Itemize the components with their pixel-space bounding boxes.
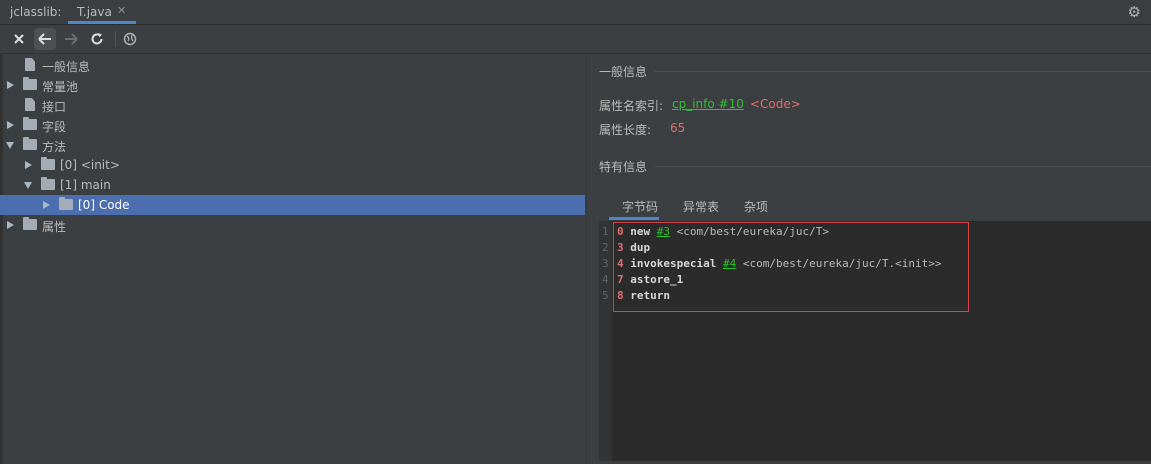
expand-arrow-icon[interactable] — [7, 221, 14, 229]
tree-node-label: 一般信息 — [42, 60, 91, 74]
bytecode-tabs: 字节码 异常表 杂项 — [599, 192, 1151, 220]
general-info-title: 一般信息 — [599, 65, 648, 79]
specific-info-title: 特有信息 — [599, 160, 648, 174]
web-icon[interactable] — [119, 28, 141, 50]
line-number: 5 — [602, 289, 609, 302]
refresh-icon[interactable] — [86, 28, 108, 50]
tree-node-label: 属性 — [42, 220, 67, 234]
tab-label[interactable]: T.java — [77, 5, 112, 19]
folder-icon — [41, 157, 55, 170]
attr-name-index-label: 属性名索引: — [599, 99, 664, 113]
tree-node-method-main[interactable]: [1] main — [0, 175, 585, 195]
line-number: 3 — [602, 257, 609, 270]
tree-node-interfaces[interactable]: 接口 — [0, 95, 585, 115]
tree-node-label: [0] Code — [78, 198, 130, 212]
tree-node-label: [1] main — [60, 178, 111, 192]
tool-window-label: jclasslib: — [10, 5, 62, 19]
file-icon — [25, 98, 35, 111]
tree-node-label: 接口 — [42, 100, 67, 114]
close-tab-icon[interactable]: ✕ — [117, 4, 126, 17]
expand-arrow-icon[interactable] — [7, 81, 14, 89]
folder-icon — [23, 217, 37, 230]
expand-arrow-icon[interactable] — [7, 121, 14, 129]
close-icon[interactable] — [8, 28, 30, 50]
class-structure-tree: 一般信息 常量池 接口 字段 方法 [0] <init> [1] main [0… — [0, 55, 585, 464]
folder-icon — [23, 137, 37, 150]
tab-bytecode[interactable]: 字节码 — [622, 198, 658, 215]
section-divider — [655, 166, 1151, 167]
tab-t-java[interactable]: T.java ✕ — [68, 0, 136, 24]
attr-length-value: 65 — [670, 121, 686, 135]
line-number: 1 — [602, 225, 609, 238]
attr-name-index-link[interactable]: cp_info #10 — [672, 97, 744, 111]
expand-arrow-icon[interactable] — [43, 201, 50, 209]
line-number: 2 — [602, 241, 609, 254]
folder-icon — [23, 117, 37, 130]
panel-splitter[interactable] — [586, 54, 587, 464]
tree-node-code-attribute[interactable]: [0] Code — [0, 195, 585, 215]
tree-node-label: 方法 — [42, 140, 67, 154]
tree-node-fields[interactable]: 字段 — [0, 115, 585, 135]
tree-node-constant-pool[interactable]: 常量池 — [0, 75, 585, 95]
tab-exception-table[interactable]: 异常表 — [683, 198, 719, 215]
editor-tab-bar: jclasslib: T.java ✕ ⚙ — [0, 0, 1151, 25]
folder-icon — [23, 77, 37, 90]
tree-node-methods[interactable]: 方法 — [0, 135, 585, 155]
tree-node-label: 字段 — [42, 120, 67, 134]
tree-node-attributes[interactable]: 属性 — [0, 215, 585, 235]
tree-node-method-init[interactable]: [0] <init> — [0, 155, 585, 175]
collapse-arrow-icon[interactable] — [24, 182, 32, 189]
section-divider — [655, 71, 1151, 72]
active-tab-indicator — [609, 217, 659, 220]
toolbar-separator — [115, 31, 116, 47]
expand-arrow-icon[interactable] — [25, 161, 32, 169]
back-arrow-icon[interactable] — [34, 28, 56, 50]
attr-length-label: 属性长度: — [599, 123, 652, 137]
tree-node-general-info[interactable]: 一般信息 — [0, 55, 585, 75]
tab-misc[interactable]: 杂项 — [744, 198, 768, 215]
folder-icon — [59, 197, 73, 210]
attr-name-index-value: <Code> — [750, 97, 801, 111]
tree-node-label: 常量池 — [42, 80, 79, 94]
annotation-highlight-box — [613, 222, 969, 312]
file-icon — [25, 58, 35, 71]
toolbar — [0, 25, 1151, 54]
collapse-arrow-icon[interactable] — [6, 142, 14, 149]
forward-arrow-icon[interactable] — [60, 28, 82, 50]
gear-icon[interactable]: ⚙ — [1128, 3, 1141, 21]
tree-node-label: [0] <init> — [60, 158, 120, 172]
line-number: 4 — [602, 273, 609, 286]
folder-icon — [41, 177, 55, 190]
